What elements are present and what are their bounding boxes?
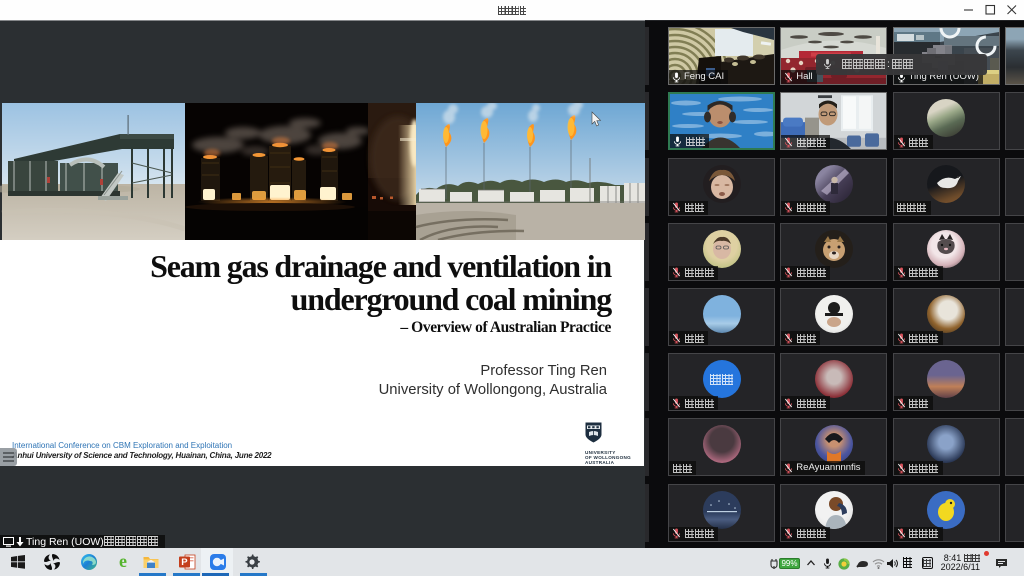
svg-text:P: P (181, 557, 188, 568)
